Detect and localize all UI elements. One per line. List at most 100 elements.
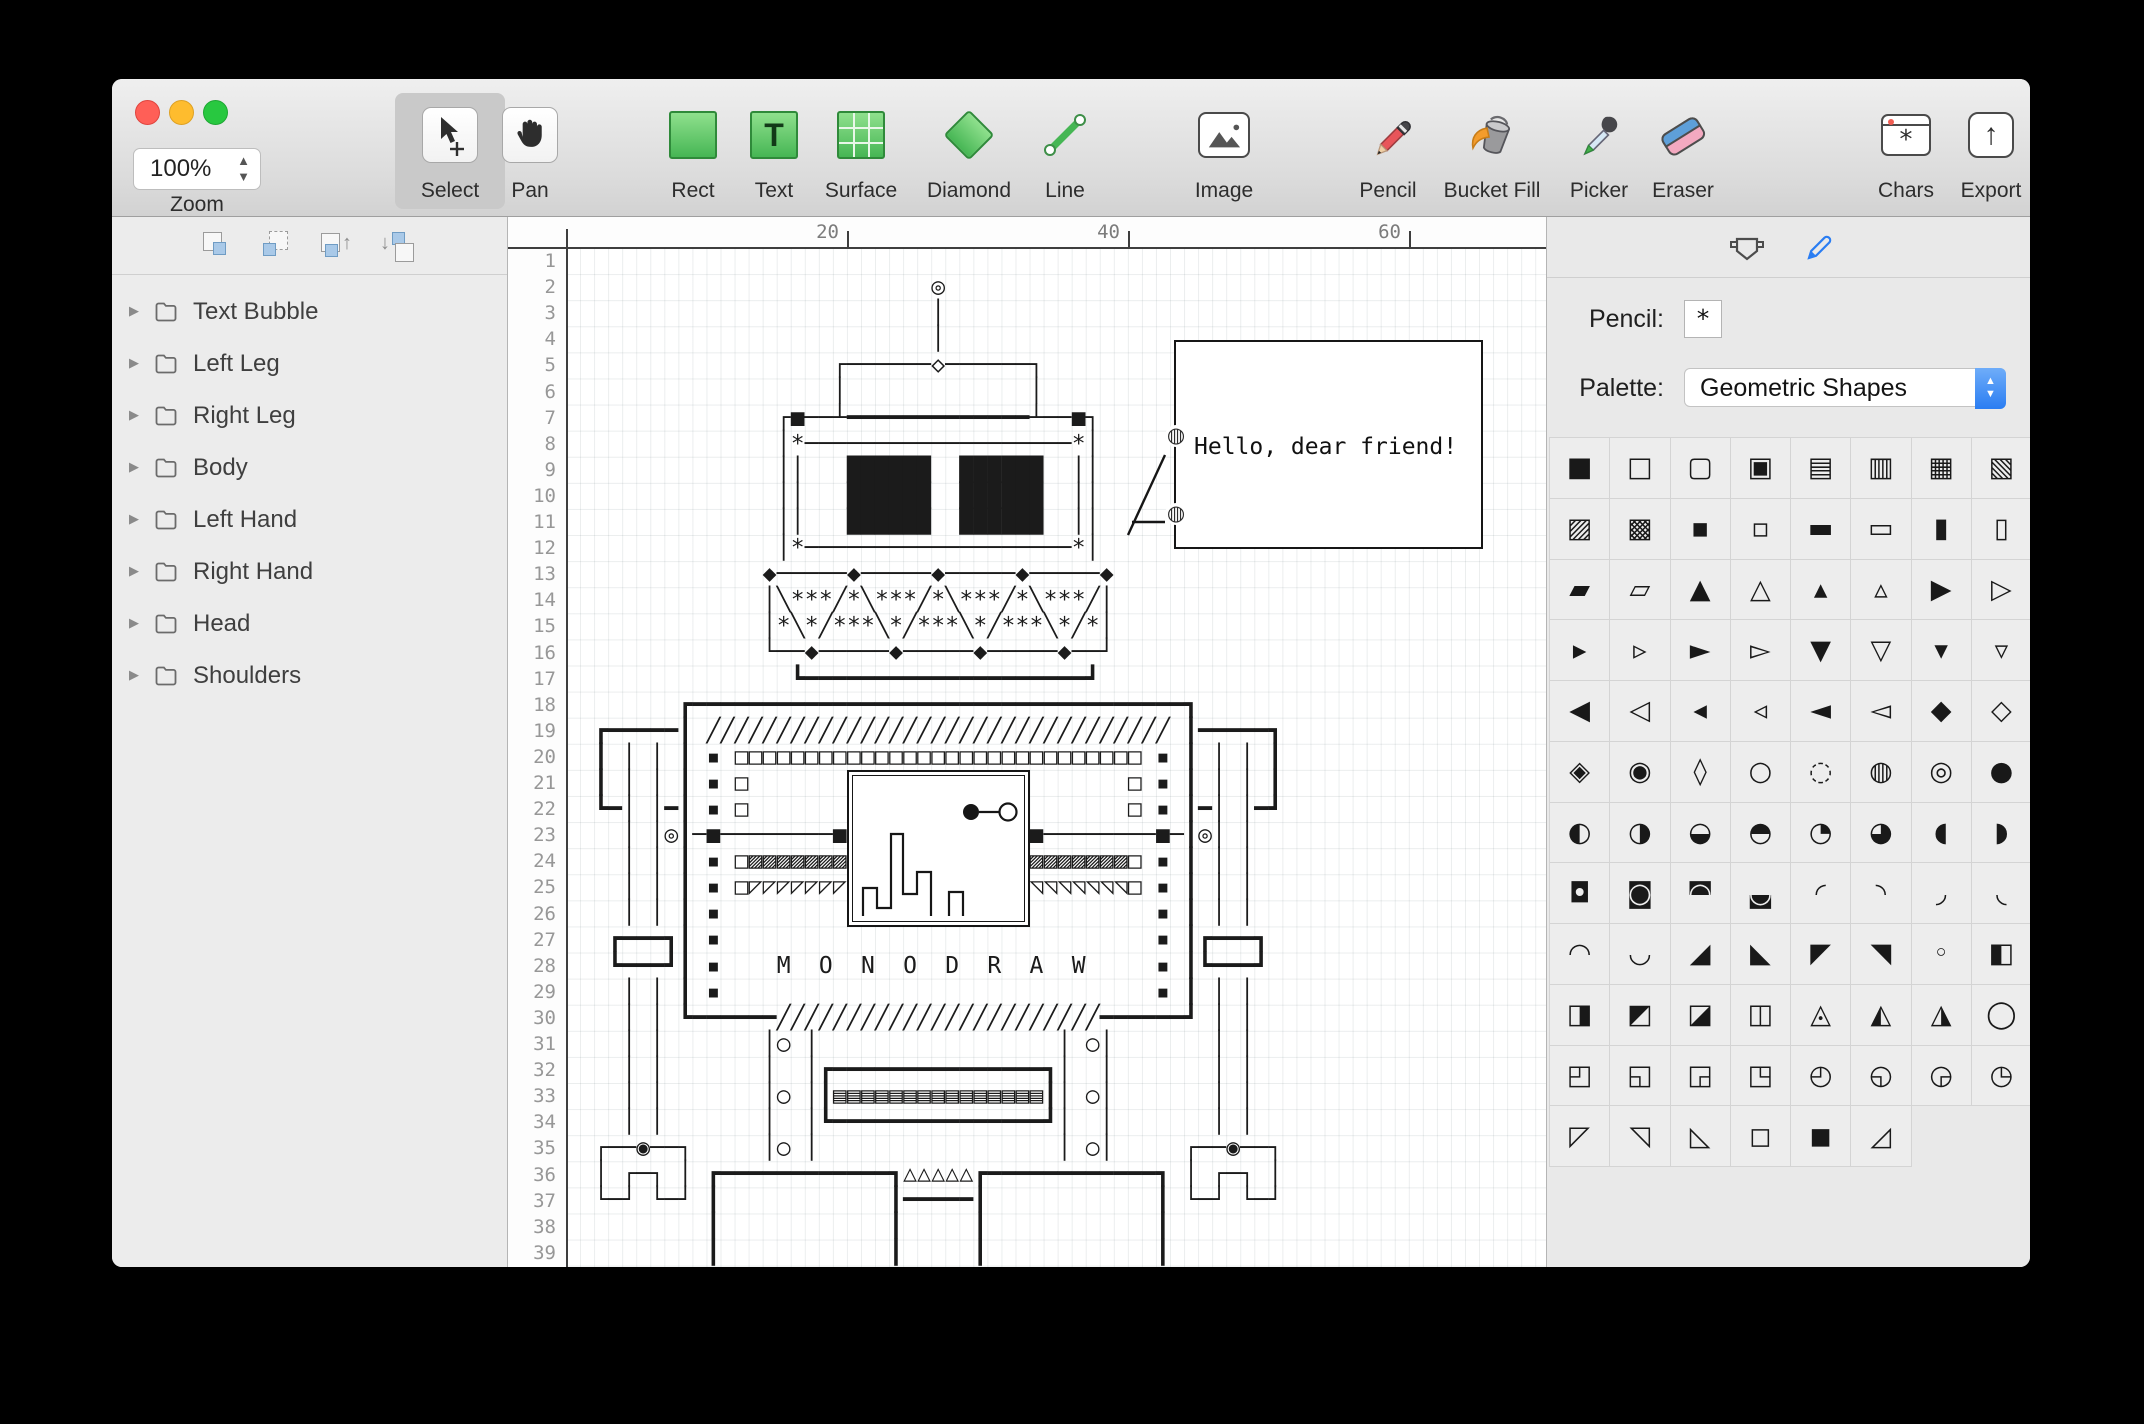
palette-glyph[interactable]: ◪ [1671, 985, 1731, 1046]
palette-glyph[interactable]: ◿ [1851, 1106, 1911, 1167]
zoom-stepper-icon[interactable]: ▲▼ [237, 153, 250, 185]
palette-glyph[interactable]: ▰ [1550, 560, 1610, 621]
palette-glyph[interactable]: ▲ [1671, 560, 1731, 621]
palette-glyph[interactable]: ◨ [1550, 985, 1610, 1046]
palette-glyph[interactable]: □ [1610, 438, 1670, 499]
zoom-window-button[interactable] [203, 100, 228, 125]
palette-glyph[interactable]: ◺ [1671, 1106, 1731, 1167]
palette-glyph[interactable]: ▥ [1851, 438, 1911, 499]
disclosure-triangle-icon[interactable]: ▶ [129, 303, 139, 319]
send-backward-icon[interactable]: ↓ [379, 229, 415, 263]
zoom-control[interactable]: 100% ▲▼ [133, 148, 261, 190]
palette-glyph[interactable]: ▻ [1731, 620, 1791, 681]
palette-glyph[interactable]: ◮ [1912, 985, 1972, 1046]
palette-glyph[interactable]: ▬ [1791, 499, 1851, 560]
palette-glyph[interactable]: ◆ [1912, 681, 1972, 742]
bring-forward-icon[interactable]: ↑ [319, 229, 355, 263]
palette-glyph[interactable]: ○ [1731, 742, 1791, 803]
palette-glyph[interactable]: ◒ [1671, 803, 1731, 864]
tool-eraser[interactable]: Eraser [1628, 93, 1738, 209]
tool-surface[interactable]: Surface [806, 93, 916, 209]
palette-glyph[interactable]: ◼ [1791, 1106, 1851, 1167]
palette-glyph[interactable]: ◣ [1731, 924, 1791, 985]
palette-glyph[interactable]: ◅ [1851, 681, 1911, 742]
palette-glyph[interactable]: ◵ [1851, 1046, 1911, 1107]
palette-glyph[interactable]: ◄ [1791, 681, 1851, 742]
palette-glyph[interactable]: ▽ [1851, 620, 1911, 681]
palette-glyph[interactable]: ◠ [1550, 924, 1610, 985]
palette-glyph[interactable]: ◷ [1972, 1046, 2030, 1107]
palette-glyph[interactable]: ◫ [1731, 985, 1791, 1046]
palette-glyph[interactable]: ◍ [1851, 742, 1911, 803]
palette-glyph[interactable]: ▴ [1791, 560, 1851, 621]
palette-glyph[interactable]: △ [1731, 560, 1791, 621]
palette-dropdown[interactable]: Geometric Shapes ▲▼ [1684, 368, 2006, 407]
palette-glyph[interactable]: ◙ [1610, 863, 1670, 924]
tool-diamond[interactable]: Diamond [914, 93, 1024, 209]
palette-glyph[interactable]: ▯ [1972, 499, 2030, 560]
sidebar-item-right-leg[interactable]: ▶ Right Leg [112, 391, 507, 443]
palette-glyph[interactable]: ▢ [1671, 438, 1731, 499]
tool-pan[interactable]: Pan [475, 93, 585, 209]
palette-glyph[interactable]: ◐ [1550, 803, 1610, 864]
palette-glyph[interactable]: ◢ [1671, 924, 1731, 985]
palette-glyph[interactable]: ◤ [1791, 924, 1851, 985]
palette-glyph[interactable]: ▸ [1550, 620, 1610, 681]
tool-export[interactable]: ↑Export [1936, 93, 2030, 209]
palette-glyph[interactable]: ◟ [1972, 863, 2030, 924]
palette-glyph[interactable]: ◰ [1550, 1046, 1610, 1107]
palette-glyph[interactable]: ◈ [1550, 742, 1610, 803]
sidebar-item-right-hand[interactable]: ▶ Right Hand [112, 547, 507, 599]
tab-pencil-properties[interactable] [1805, 232, 1835, 262]
sidebar-item-text-bubble[interactable]: ▶ Text Bubble [112, 287, 507, 339]
palette-glyph[interactable]: ► [1671, 620, 1731, 681]
palette-glyph[interactable]: ◗ [1972, 803, 2030, 864]
palette-glyph[interactable]: ◭ [1851, 985, 1911, 1046]
tool-image[interactable]: Image [1169, 93, 1279, 209]
palette-glyph[interactable]: ◔ [1791, 803, 1851, 864]
tool-pencil[interactable]: Pencil [1333, 93, 1443, 209]
palette-glyph[interactable]: ● [1972, 742, 2030, 803]
palette-glyph[interactable]: ◓ [1731, 803, 1791, 864]
palette-glyph[interactable]: ◀ [1550, 681, 1610, 742]
minimize-button[interactable] [169, 100, 194, 125]
sidebar-item-head[interactable]: ▶ Head [112, 599, 507, 651]
palette-glyph[interactable]: ◕ [1851, 803, 1911, 864]
palette-glyph[interactable]: ◁ [1610, 681, 1670, 742]
disclosure-triangle-icon[interactable]: ▶ [129, 355, 139, 371]
palette-glyph[interactable]: ▤ [1791, 438, 1851, 499]
disclosure-triangle-icon[interactable]: ▶ [129, 667, 139, 683]
close-button[interactable] [135, 100, 160, 125]
palette-glyph[interactable]: ▮ [1912, 499, 1972, 560]
palette-glyph[interactable]: ◌ [1791, 742, 1851, 803]
palette-glyph[interactable]: ▶ [1912, 560, 1972, 621]
sidebar-item-left-leg[interactable]: ▶ Left Leg [112, 339, 507, 391]
tab-shape-properties[interactable] [1730, 233, 1764, 263]
sidebar-item-left-hand[interactable]: ▶ Left Hand [112, 495, 507, 547]
palette-glyph[interactable]: ◲ [1671, 1046, 1731, 1107]
palette-glyph[interactable]: ▾ [1912, 620, 1972, 681]
palette-glyph[interactable]: ■ [1550, 438, 1610, 499]
palette-glyph[interactable]: ◉ [1610, 742, 1670, 803]
palette-glyph[interactable]: ◝ [1851, 863, 1911, 924]
palette-glyph[interactable]: ▫ [1731, 499, 1791, 560]
palette-glyph[interactable]: ▣ [1731, 438, 1791, 499]
palette-glyph[interactable]: ◹ [1610, 1106, 1670, 1167]
disclosure-triangle-icon[interactable]: ▶ [129, 615, 139, 631]
sidebar-item-shoulders[interactable]: ▶ Shoulders [112, 651, 507, 703]
tool-line[interactable]: Line [1010, 93, 1120, 209]
palette-glyph[interactable]: ▧ [1972, 438, 2030, 499]
palette-glyph[interactable]: ◬ [1791, 985, 1851, 1046]
pencil-character-swatch[interactable]: * [1684, 300, 1722, 338]
speech-bubble[interactable]: Hello, dear friend! ◍ ◍ [1174, 340, 1483, 549]
palette-glyph[interactable]: ◞ [1912, 863, 1972, 924]
palette-glyph[interactable]: ◴ [1791, 1046, 1851, 1107]
palette-glyph[interactable]: ◃ [1731, 681, 1791, 742]
palette-glyph[interactable]: ◜ [1791, 863, 1851, 924]
palette-glyph[interactable]: ▦ [1912, 438, 1972, 499]
palette-glyph[interactable]: ◂ [1671, 681, 1731, 742]
palette-glyph[interactable]: ◑ [1610, 803, 1670, 864]
palette-glyph[interactable]: ◩ [1610, 985, 1670, 1046]
palette-glyph[interactable]: ◯ [1972, 985, 2030, 1046]
palette-glyph[interactable]: ◛ [1731, 863, 1791, 924]
